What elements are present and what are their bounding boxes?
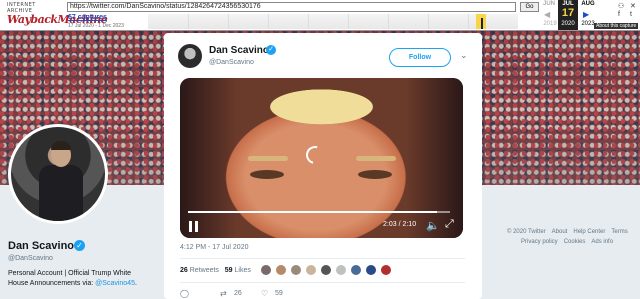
pause-icon[interactable] xyxy=(189,221,199,232)
go-button[interactable]: Go xyxy=(520,2,539,12)
year-prev[interactable]: 2019 xyxy=(540,21,560,27)
prev-arrow-icon[interactable]: ◀ xyxy=(544,10,550,19)
liker-avatar[interactable] xyxy=(380,264,392,276)
profile-bio-line1: Personal Account | Official Trump White xyxy=(8,270,132,277)
retweets-label[interactable]: Retweets xyxy=(190,267,219,274)
scavino45-link[interactable]: @Scavino45 xyxy=(95,280,135,287)
verified-icon: ✓ xyxy=(266,45,276,55)
profile-name[interactable]: Dan Scavino xyxy=(8,240,74,252)
video-progress-bar[interactable] xyxy=(188,211,450,213)
video-player[interactable]: 2:03 / 2:10 🔈 ⤢ xyxy=(180,78,463,238)
reply-icon[interactable]: ◯ xyxy=(180,289,189,298)
profile-bio-line2: House Announcements via: @Scavino45. xyxy=(8,280,137,287)
fullscreen-icon[interactable]: ⤢ xyxy=(445,218,454,231)
tweet-author-handle[interactable]: @DanScavino xyxy=(209,59,254,66)
volume-icon[interactable]: 🔈 xyxy=(426,219,440,232)
facebook-icon[interactable]: f xyxy=(618,11,620,18)
twitter-icon[interactable]: t xyxy=(630,11,632,18)
likes-count[interactable]: 59 xyxy=(225,267,233,274)
tweet-author-avatar[interactable] xyxy=(178,44,202,68)
year-current: 2020 xyxy=(561,21,575,27)
tweet-stats: 26 Retweets 59 Likes xyxy=(180,267,251,274)
follow-button[interactable]: Follow xyxy=(389,48,451,67)
footer-copyright: © 2020 Twitter xyxy=(507,229,546,235)
retweets-count[interactable]: 26 xyxy=(180,267,188,274)
tweet-author-name[interactable]: Dan Scavino xyxy=(209,45,269,56)
footer-help-link[interactable]: Help Center xyxy=(573,229,605,235)
liker-avatar[interactable] xyxy=(365,264,377,276)
tweet-card: Dan Scavino ✓ @DanScavino Follow ⌄ 2:03 … xyxy=(164,33,482,299)
profile-handle[interactable]: @DanScavino xyxy=(8,255,53,262)
retweet-icon[interactable]: ⇄ xyxy=(220,289,227,298)
verified-icon: ✓ xyxy=(74,240,85,251)
about-capture-link[interactable]: About this capture xyxy=(594,23,639,29)
wayback-logo[interactable]: INTERNET ARCHIVE WaybackMachine xyxy=(7,2,108,28)
profile-bio-end: . xyxy=(134,280,137,287)
captures-range: 17 Jul 2020 - 1 Dec 2023 xyxy=(68,23,124,29)
footer-links-row2: Privacy policy Cookies Ads info xyxy=(521,239,619,245)
logo-wayback-machine: WaybackMachine xyxy=(7,13,108,26)
footer-about-link[interactable]: About xyxy=(552,229,568,235)
liker-avatar[interactable] xyxy=(260,264,272,276)
liker-avatar[interactable] xyxy=(275,264,287,276)
video-progress-fill xyxy=(188,211,437,213)
footer-terms-link[interactable]: Terms xyxy=(611,229,627,235)
user-icon[interactable]: ⚇ xyxy=(618,2,624,10)
liker-avatar[interactable] xyxy=(350,264,362,276)
chevron-down-icon[interactable]: ⌄ xyxy=(460,50,468,61)
retweet-action-count: 26 xyxy=(234,290,242,297)
wayback-toolbar: INTERNET ARCHIVE WaybackMachine https://… xyxy=(0,0,640,31)
close-icon[interactable]: ✕ xyxy=(630,2,636,10)
next-arrow-icon[interactable]: ▶ xyxy=(583,10,589,19)
likes-label[interactable]: Likes xyxy=(235,267,251,274)
capture-sparkline[interactable] xyxy=(148,14,518,29)
liker-avatar[interactable] xyxy=(305,264,317,276)
url-input[interactable]: https://twitter.com/DanScavino/status/12… xyxy=(67,2,516,12)
like-icon[interactable]: ♡ xyxy=(261,289,268,298)
profile-bio-text: House Announcements via: xyxy=(8,280,96,287)
liker-avatar[interactable] xyxy=(290,264,302,276)
video-time: 2:03 / 2:10 xyxy=(383,221,417,228)
divider xyxy=(180,258,465,259)
divider xyxy=(180,282,465,283)
liker-avatar[interactable] xyxy=(335,264,347,276)
footer-links-row1: © 2020 Twitter About Help Center Terms xyxy=(507,229,634,235)
day-current: 17 xyxy=(561,7,575,19)
month-next[interactable]: AUG xyxy=(579,1,597,7)
liker-avatar[interactable] xyxy=(320,264,332,276)
profile-avatar[interactable] xyxy=(8,124,108,224)
footer-privacy-link[interactable]: Privacy policy xyxy=(521,239,558,245)
captures-link[interactable]: 67 captures xyxy=(68,14,107,21)
toolbar-tools: ⚇ ✕ f t xyxy=(618,2,640,20)
footer-cookies-link[interactable]: Cookies xyxy=(564,239,586,245)
sparkline-current-bar xyxy=(481,18,483,29)
like-action-count: 59 xyxy=(275,290,283,297)
tweet-timestamp[interactable]: 4:12 PM - 17 Jul 2020 xyxy=(180,244,249,251)
month-prev[interactable]: JUN xyxy=(540,1,558,7)
footer-adsinfo-link[interactable]: Ads info xyxy=(591,239,613,245)
